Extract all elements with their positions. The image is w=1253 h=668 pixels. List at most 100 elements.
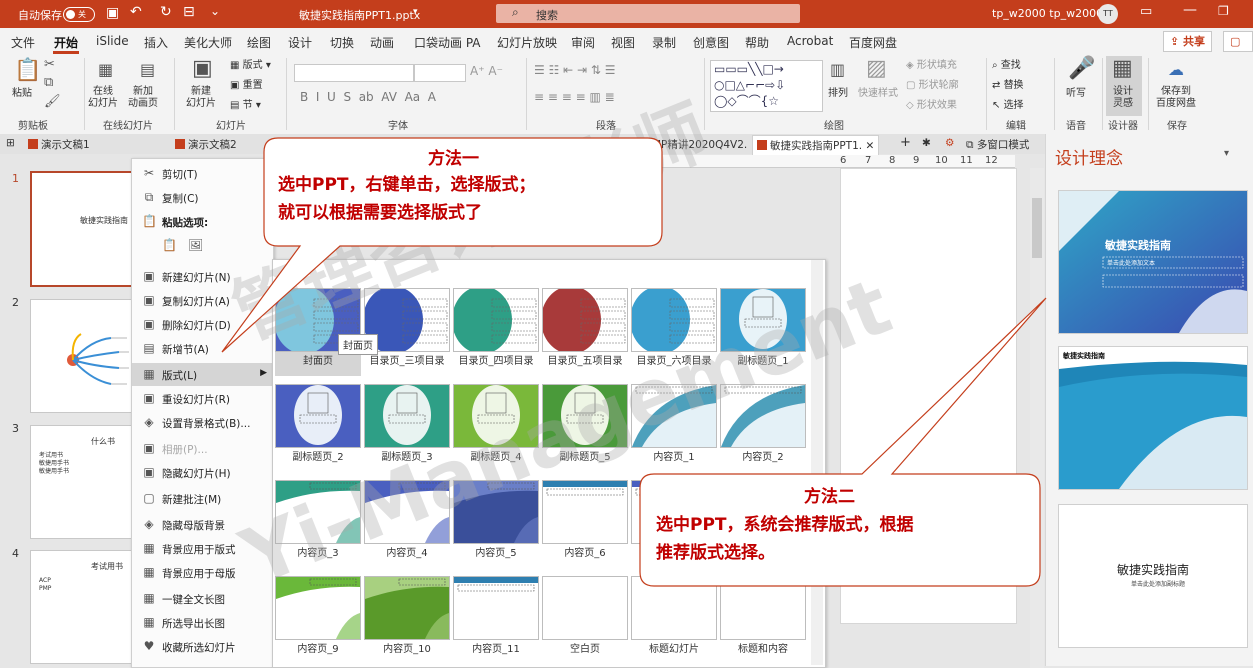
tab-baidu[interactable]: 百度网盘 bbox=[849, 34, 897, 51]
layout-option[interactable]: 内容页_9 bbox=[275, 576, 361, 664]
tab-settings-icon[interactable]: ✱ bbox=[922, 137, 931, 149]
context-menu-item[interactable]: ▣ 新建幻灯片(N) bbox=[132, 265, 273, 288]
tab-beautify[interactable]: 美化大师 bbox=[184, 34, 232, 51]
arrange-button[interactable]: 排列 bbox=[828, 88, 848, 100]
doc-tab-3[interactable]: MP精讲2020Q4V2. bbox=[652, 137, 747, 152]
tab-draw[interactable]: 绘图 bbox=[247, 34, 271, 51]
designer-icon[interactable]: ▦ bbox=[1112, 56, 1133, 81]
dictate-button[interactable]: 听写 bbox=[1066, 88, 1086, 100]
autosave-toggle[interactable]: 关 bbox=[63, 7, 95, 22]
new-slide-icon[interactable]: ▣ bbox=[192, 56, 213, 81]
layout-option[interactable]: 目录页_五项目录 bbox=[542, 288, 628, 376]
design-idea-1[interactable]: 敏捷实践指南 单击此处添加文本 bbox=[1058, 190, 1248, 334]
layout-option[interactable]: 副标题页_3 bbox=[364, 384, 450, 472]
layout-option[interactable]: 副标题页_5 bbox=[542, 384, 628, 472]
ribbon-display-icon[interactable]: ▭ bbox=[1140, 4, 1152, 19]
align-icons[interactable]: ≡ ≡ ≡ ≡ ▥ ≣ bbox=[534, 91, 615, 103]
section-button[interactable]: ▤ 节 ▾ bbox=[230, 100, 261, 112]
layout-option[interactable]: 内容页_1 bbox=[631, 384, 717, 472]
arrange-icon[interactable]: ▥ bbox=[830, 60, 845, 79]
tab-slideshow[interactable]: 幻灯片放映 bbox=[497, 34, 557, 51]
context-menu-item[interactable]: ▦ 所选导出长图 bbox=[132, 611, 273, 634]
context-menu-item[interactable]: ▦ 背景应用于版式 bbox=[132, 537, 273, 560]
redo-icon[interactable]: ↻ bbox=[160, 4, 172, 20]
gallery-scrollbar[interactable] bbox=[811, 260, 823, 665]
layout-option[interactable]: 封面页 bbox=[275, 288, 361, 376]
microphone-icon[interactable]: 🎤 bbox=[1068, 56, 1095, 81]
shape-effect-button[interactable]: ◇ 形状效果 bbox=[906, 100, 957, 112]
doc-tab-active[interactable]: 敏捷实践指南PPT1. ✕ bbox=[752, 135, 880, 155]
layout-option[interactable]: 内容页_11 bbox=[453, 576, 539, 664]
avatar[interactable]: TT bbox=[1098, 4, 1118, 24]
context-menu-item[interactable]: ▢ 新建批注(M) bbox=[132, 487, 273, 510]
tab-transitions[interactable]: 切换 bbox=[330, 34, 354, 51]
minimize-icon[interactable]: — bbox=[1183, 2, 1197, 18]
format-painter-icon[interactable]: 🖌 bbox=[44, 94, 61, 109]
new-animation-page-button[interactable]: 新加 动画页 bbox=[128, 86, 158, 110]
layout-option[interactable]: 目录页_三项目录 bbox=[364, 288, 450, 376]
baidu-cloud-icon[interactable]: ☁ bbox=[1168, 60, 1184, 79]
layout-option[interactable]: 标题和内容 bbox=[720, 576, 806, 664]
undo-icon[interactable]: ↶ bbox=[130, 4, 142, 20]
search-box[interactable]: ⌕ 搜索 bbox=[496, 4, 800, 23]
font-size-select[interactable] bbox=[414, 64, 466, 82]
slide-canvas[interactable] bbox=[840, 168, 1017, 624]
reset-button[interactable]: ▣ 重置 bbox=[230, 80, 263, 92]
layout-option[interactable]: 内容页_6 bbox=[542, 480, 628, 568]
new-animation-page-icon[interactable]: ▤ bbox=[140, 60, 155, 79]
cut-icon[interactable]: ✂ bbox=[44, 57, 55, 72]
layout-option[interactable]: 目录页_六项目录 bbox=[631, 288, 717, 376]
title-dropdown-icon[interactable]: ▾ bbox=[413, 7, 418, 17]
tab-help[interactable]: 帮助 bbox=[745, 34, 769, 51]
panel-options-icon[interactable]: ▾ bbox=[1224, 148, 1229, 159]
layout-option[interactable]: 空白页 bbox=[542, 576, 628, 664]
multi-window-button[interactable]: ⧉ 多窗口模式 bbox=[966, 137, 1029, 152]
tab-home[interactable]: 开始 bbox=[54, 34, 78, 51]
tab-animations[interactable]: 动画 bbox=[370, 34, 394, 51]
layout-option[interactable]: 副标题页_1 bbox=[720, 288, 806, 376]
tab-acrobat[interactable]: Acrobat bbox=[787, 34, 833, 48]
tab-creative[interactable]: 创意图 bbox=[693, 34, 729, 51]
context-menu-item[interactable]: ▣ 删除幻灯片(D) bbox=[132, 313, 273, 336]
layout-button[interactable]: ▦ 版式 ▾ bbox=[230, 60, 271, 72]
save-baidu-button[interactable]: 保存到 百度网盘 bbox=[1156, 86, 1196, 110]
vertical-scrollbar[interactable] bbox=[1030, 168, 1044, 668]
tab-pocket-animation[interactable]: 口袋动画 PA bbox=[414, 34, 481, 51]
font-family-select[interactable] bbox=[294, 64, 414, 82]
tab-review[interactable]: 审阅 bbox=[571, 34, 595, 51]
layout-option[interactable]: 内容页_4 bbox=[364, 480, 450, 568]
context-menu-item[interactable]: ◈ 设置背景格式(B)... bbox=[132, 411, 273, 434]
font-size-icons[interactable]: A⁺ A⁻ bbox=[470, 65, 503, 77]
shape-outline-button[interactable]: ▢ 形状轮廓 bbox=[906, 80, 959, 92]
online-slides-button[interactable]: 在线 幻灯片 bbox=[88, 86, 118, 110]
select-button[interactable]: ↖ 选择 bbox=[992, 100, 1024, 112]
slide-thumbnail-1[interactable]: 敏捷实践指南 bbox=[30, 171, 134, 287]
presentation-icon[interactable]: ⊟ bbox=[183, 4, 195, 20]
save-icon[interactable]: ▣ bbox=[106, 5, 119, 21]
context-menu-item[interactable]: ▣ 复制幻灯片(A) bbox=[132, 289, 273, 312]
share-button[interactable]: ⇪ 共享 bbox=[1163, 31, 1213, 52]
tab-islide[interactable]: iSlide bbox=[96, 34, 129, 48]
doc-tab-2[interactable]: 演示文稿2 bbox=[175, 137, 237, 152]
layout-option[interactable]: 标题幻灯片 bbox=[631, 576, 717, 664]
design-idea-2[interactable]: 敏捷实践指南 bbox=[1058, 346, 1248, 490]
quick-style-icon[interactable]: ▨ bbox=[866, 56, 887, 81]
context-menu-item[interactable]: ⧉ 复制(C) bbox=[132, 186, 273, 209]
layout-option[interactable]: 内容页_2 bbox=[720, 384, 806, 472]
context-menu-item[interactable]: ▣ 相册(P)... bbox=[132, 437, 273, 460]
shapes-gallery[interactable]: ▭▭▭╲╲□→ ○□△⌐⌐⇨⇩ ◯◇⌒⌒{☆ bbox=[710, 60, 823, 112]
add-tab-icon[interactable]: + bbox=[900, 135, 911, 150]
font-format-icons[interactable]: B I U S ab AV Aa A bbox=[300, 91, 436, 103]
tab-view[interactable]: 视图 bbox=[611, 34, 635, 51]
tab-file[interactable]: 文件 bbox=[11, 34, 35, 51]
layout-option[interactable]: 内容页_3 bbox=[275, 480, 361, 568]
context-menu-item[interactable]: ◈ 隐藏母版背景 bbox=[132, 513, 273, 536]
tab-insert[interactable]: 插入 bbox=[144, 34, 168, 51]
layout-option[interactable]: 内容页_5 bbox=[453, 480, 539, 568]
doc-tab-1[interactable]: 演示文稿1 bbox=[28, 137, 90, 152]
layout-option[interactable]: 目录页_四项目录 bbox=[453, 288, 539, 376]
restore-icon[interactable]: ❐ bbox=[1218, 4, 1229, 18]
context-menu-item[interactable]: ♥ 收藏所选幻灯片 bbox=[132, 635, 273, 658]
slide-thumbnail-3[interactable]: 什么书 考试用书 敏捷用手书 敏捷用手书 bbox=[30, 425, 132, 539]
designer-button[interactable]: 设计 灵感 bbox=[1113, 86, 1133, 110]
